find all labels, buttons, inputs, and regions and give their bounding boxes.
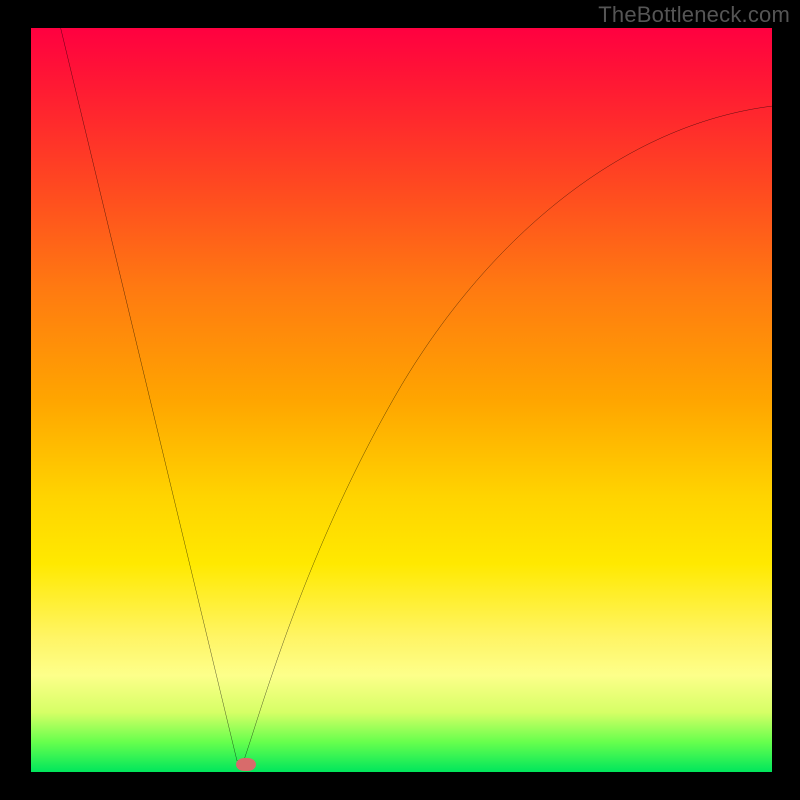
curve-path [61,28,772,761]
bottleneck-curve [31,28,772,772]
watermark-label: TheBottleneck.com [598,2,790,28]
optimal-point-marker [236,758,256,771]
chart-frame: TheBottleneck.com [0,0,800,800]
